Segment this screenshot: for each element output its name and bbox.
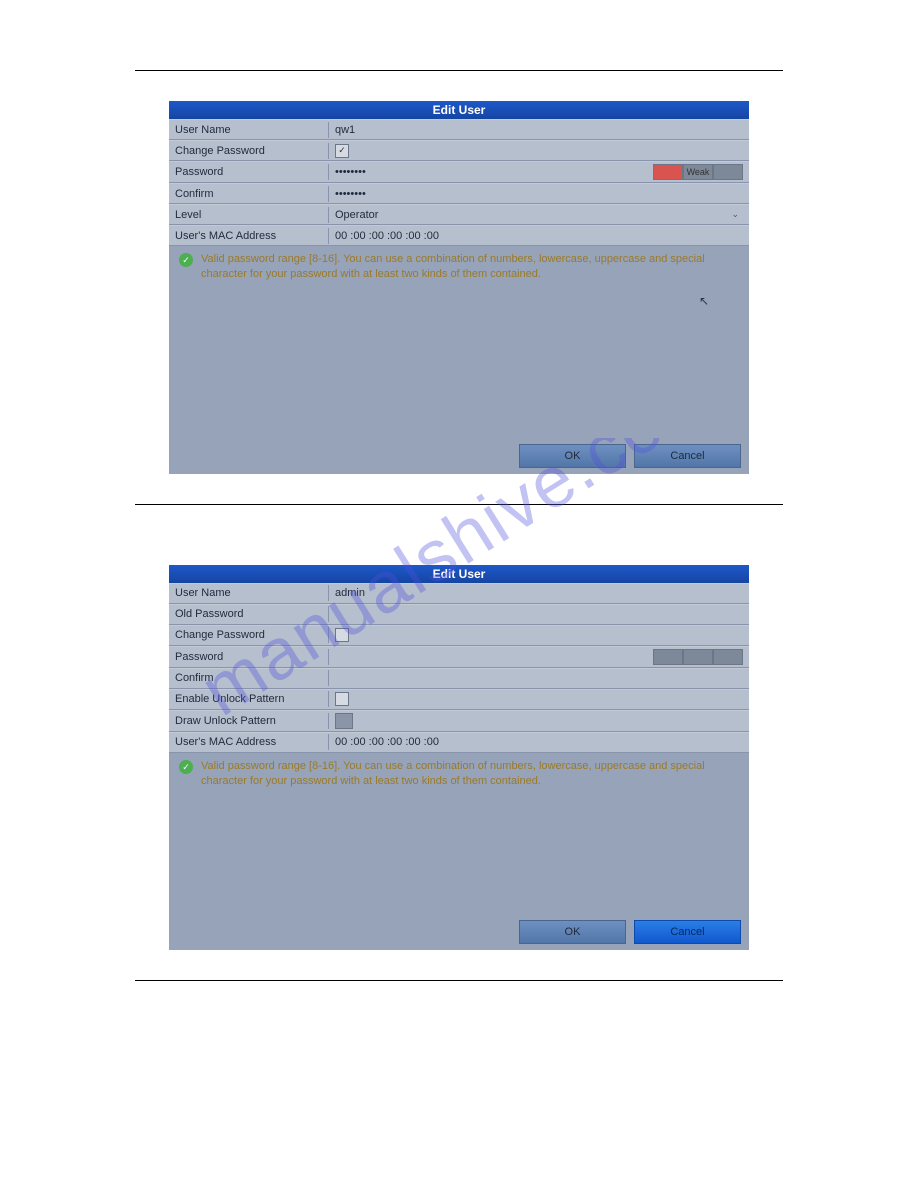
ok-button[interactable]: OK bbox=[519, 920, 626, 944]
value-user-name[interactable]: qw1 bbox=[335, 124, 743, 136]
label-enable-unlock: Enable Unlock Pattern bbox=[169, 691, 329, 707]
strength-seg bbox=[653, 649, 683, 665]
label-user-name: User Name bbox=[169, 585, 329, 601]
check-circle-icon: ✓ bbox=[179, 253, 193, 267]
edit-user-dialog-2: Edit User User Name admin Old Password C… bbox=[169, 565, 749, 951]
label-confirm: Confirm bbox=[169, 670, 329, 686]
row-level: Level Operator ⌄ bbox=[169, 204, 749, 225]
row-password: Password bbox=[169, 646, 749, 668]
label-mac: User's MAC Address bbox=[169, 228, 329, 244]
label-old-password: Old Password bbox=[169, 606, 329, 622]
password-strength-meter bbox=[653, 649, 743, 665]
checkbox-enable-unlock[interactable] bbox=[335, 692, 349, 706]
value-mac[interactable]: 00 :00 :00 :00 :00 :00 bbox=[335, 736, 743, 748]
divider bbox=[135, 504, 783, 505]
value-password[interactable]: •••••••• bbox=[335, 166, 653, 178]
hint-text: Valid password range [8-16]. You can use… bbox=[201, 252, 739, 282]
row-confirm: Confirm •••••••• bbox=[169, 183, 749, 204]
dialog-title: Edit User bbox=[169, 565, 749, 583]
row-mac: User's MAC Address 00 :00 :00 :00 :00 :0… bbox=[169, 225, 749, 246]
strength-seg bbox=[653, 164, 683, 180]
cursor-icon: ↖ bbox=[699, 294, 709, 308]
checkbox-change-password[interactable] bbox=[335, 628, 349, 642]
value-user-name[interactable]: admin bbox=[335, 587, 743, 599]
password-hint: ✓ Valid password range [8-16]. You can u… bbox=[169, 753, 749, 795]
password-hint: ✓ Valid password range [8-16]. You can u… bbox=[169, 246, 749, 288]
row-draw-unlock: Draw Unlock Pattern bbox=[169, 710, 749, 732]
check-circle-icon: ✓ bbox=[179, 760, 193, 774]
chevron-down-icon[interactable]: ⌄ bbox=[731, 209, 743, 220]
label-password: Password bbox=[169, 649, 329, 665]
button-bar: OK Cancel bbox=[169, 914, 749, 950]
row-old-password: Old Password bbox=[169, 604, 749, 625]
row-enable-unlock: Enable Unlock Pattern bbox=[169, 689, 749, 710]
row-change-password: Change Password bbox=[169, 625, 749, 646]
value-mac[interactable]: 00 :00 :00 :00 :00 :00 bbox=[335, 230, 743, 242]
cancel-button[interactable]: Cancel bbox=[634, 920, 741, 944]
label-password: Password bbox=[169, 164, 329, 180]
button-bar: OK Cancel bbox=[169, 438, 749, 474]
label-change-password: Change Password bbox=[169, 143, 329, 159]
strength-seg bbox=[713, 649, 743, 665]
dialog-body-space: ↖ bbox=[169, 288, 749, 438]
hint-text: Valid password range [8-16]. You can use… bbox=[201, 759, 739, 789]
row-password: Password •••••••• Weak bbox=[169, 161, 749, 183]
row-user-name: User Name admin bbox=[169, 583, 749, 604]
strength-seg bbox=[713, 164, 743, 180]
edit-user-dialog-1: Edit User User Name qw1 Change Password … bbox=[169, 101, 749, 474]
cancel-button[interactable]: Cancel bbox=[634, 444, 741, 468]
label-draw-unlock: Draw Unlock Pattern bbox=[169, 713, 329, 729]
strength-seg bbox=[683, 649, 713, 665]
row-confirm: Confirm bbox=[169, 668, 749, 689]
value-confirm[interactable]: •••••••• bbox=[335, 188, 743, 200]
divider bbox=[135, 980, 783, 981]
password-strength-meter: Weak bbox=[653, 164, 743, 180]
value-level[interactable]: Operator bbox=[335, 209, 731, 221]
row-change-password: Change Password ✓ bbox=[169, 140, 749, 161]
label-level: Level bbox=[169, 207, 329, 223]
label-change-password: Change Password bbox=[169, 627, 329, 643]
dialog-body-space bbox=[169, 794, 749, 914]
ok-button[interactable]: OK bbox=[519, 444, 626, 468]
checkbox-change-password[interactable]: ✓ bbox=[335, 144, 349, 158]
row-user-name: User Name qw1 bbox=[169, 119, 749, 140]
pattern-icon[interactable] bbox=[335, 713, 353, 729]
divider bbox=[135, 70, 783, 71]
label-confirm: Confirm bbox=[169, 186, 329, 202]
row-mac: User's MAC Address 00 :00 :00 :00 :00 :0… bbox=[169, 732, 749, 753]
label-user-name: User Name bbox=[169, 122, 329, 138]
label-mac: User's MAC Address bbox=[169, 734, 329, 750]
strength-seg-label: Weak bbox=[683, 164, 713, 180]
dialog-title: Edit User bbox=[169, 101, 749, 119]
